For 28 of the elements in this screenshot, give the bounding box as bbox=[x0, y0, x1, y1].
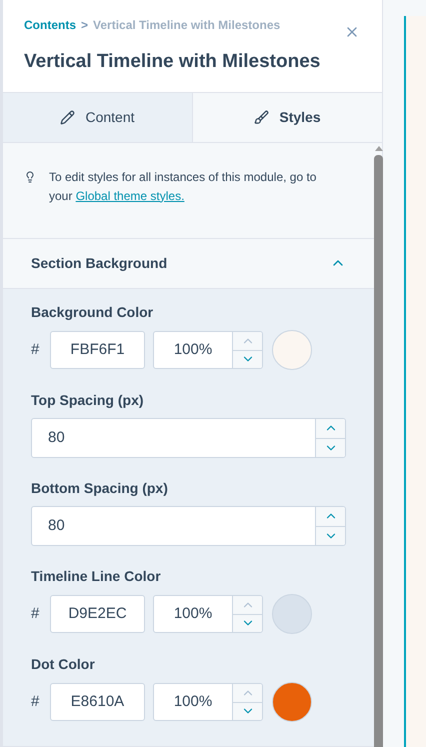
hash-prefix: # bbox=[31, 340, 40, 360]
notice-text: To edit styles for all instances of this module, go to your Global theme styles. bbox=[49, 168, 318, 204]
field-label: Timeline Line Color bbox=[31, 567, 162, 586]
color-swatch[interactable] bbox=[272, 330, 312, 370]
number-input-field[interactable]: 80 bbox=[31, 506, 346, 546]
field-label: Bottom Spacing (px) bbox=[31, 479, 169, 498]
opacity-input-field[interactable]: 100% bbox=[153, 331, 263, 369]
panel-title: Vertical Timeline with Milestones bbox=[24, 50, 322, 74]
hex-input-field[interactable]: FBF6F1 bbox=[50, 331, 145, 369]
color-swatch[interactable] bbox=[272, 594, 312, 634]
breadcrumb-link[interactable]: Contents bbox=[24, 16, 76, 34]
breadcrumb-separator: > bbox=[81, 17, 88, 34]
field-label: Background Color bbox=[31, 303, 154, 322]
pencil-icon bbox=[60, 110, 76, 124]
hex-input-field[interactable]: E8610A bbox=[50, 683, 145, 721]
hash-prefix: # bbox=[31, 692, 40, 712]
color-swatch[interactable] bbox=[272, 682, 312, 722]
number-input-field[interactable]: 80 bbox=[31, 418, 346, 458]
breadcrumb-current: Vertical Timeline with Milestones bbox=[93, 17, 280, 34]
lightbulb-icon bbox=[24, 170, 36, 182]
field-label: Top Spacing (px) bbox=[31, 391, 145, 410]
hash-prefix: # bbox=[31, 604, 40, 624]
tab[interactable]: Content bbox=[3, 92, 193, 142]
hex-input-field[interactable]: D9E2EC bbox=[50, 595, 145, 633]
field-label: Dot Color bbox=[31, 655, 96, 674]
brush-icon bbox=[254, 110, 270, 124]
opacity-input-field[interactable]: 100% bbox=[153, 683, 263, 721]
opacity-input-field[interactable]: 100% bbox=[153, 595, 263, 633]
